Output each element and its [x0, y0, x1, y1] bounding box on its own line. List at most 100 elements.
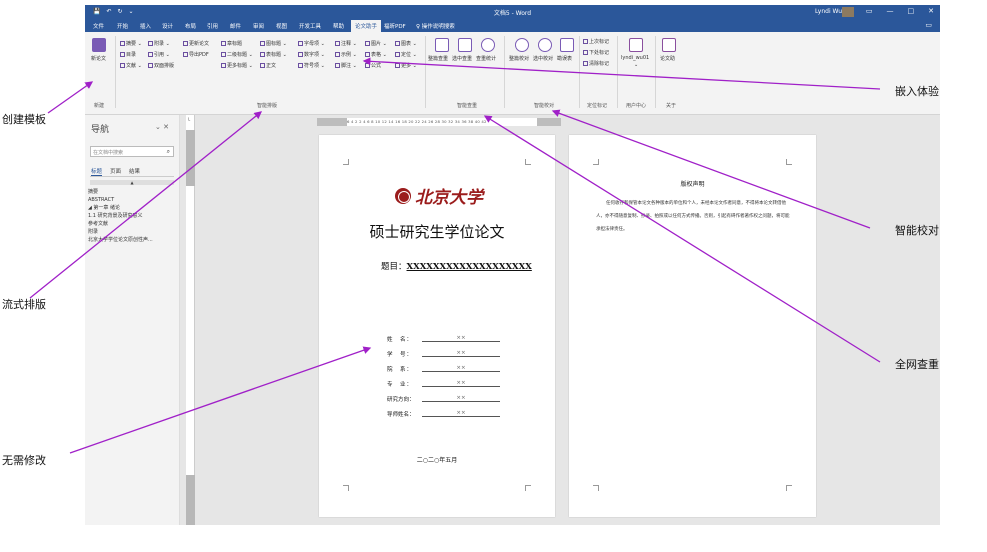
export-pdf-button[interactable]: 导出PDF	[183, 51, 209, 58]
tab-view[interactable]: 视图	[276, 22, 287, 30]
example-button[interactable]: 示例 ⌄	[335, 51, 357, 58]
ribbon-paper-assistant: 新论文 新建 摘要 ⌄ 目录 文献 ⌄ 附录 ⌄ 引用 ⌄ 双面排版 更新论文 …	[85, 32, 940, 115]
letter-item-button[interactable]: 字母项 ⌄	[298, 40, 325, 47]
symbol-item-button[interactable]: 符号项 ⌄	[298, 62, 325, 69]
number-item-button[interactable]: 数字项 ⌄	[298, 51, 325, 58]
prev-mark-button[interactable]: 上次标记	[583, 38, 609, 45]
tab-file[interactable]: 文件	[93, 22, 104, 30]
new-paper-button[interactable]: 新论文	[91, 55, 106, 62]
about-button[interactable]: 论文助	[660, 55, 675, 62]
tab-review[interactable]: 审阅	[253, 22, 264, 30]
account-dropdown-icon[interactable]: ⌄	[634, 62, 638, 68]
group-about: 关于	[666, 103, 677, 109]
heading-more-icon	[221, 63, 226, 68]
check-stats-button[interactable]: 查重统计	[476, 55, 496, 62]
scroll-up-button[interactable]: ▲	[90, 180, 174, 185]
note-button[interactable]: 注释 ⌄	[335, 40, 357, 47]
clear-mark-button[interactable]: 清除标记	[583, 60, 609, 67]
corner-mark	[786, 485, 792, 491]
footnote-button[interactable]: 脚注 ⌄	[335, 62, 357, 69]
tab-design[interactable]: 设计	[162, 22, 173, 30]
ruler-margin-bottom	[186, 475, 195, 525]
new-paper-icon[interactable]	[92, 38, 106, 52]
proof-selection-button[interactable]: 选中校对	[533, 55, 553, 62]
divider	[617, 36, 618, 108]
account-button[interactable]: lyndi_wu01	[621, 55, 649, 61]
update-paper-button[interactable]: 更新论文	[183, 40, 209, 47]
body-text-icon	[260, 63, 265, 68]
info-value: ××	[422, 410, 500, 417]
tab-results[interactable]: 结果	[129, 167, 140, 176]
user-icon	[629, 38, 643, 52]
nav-controls[interactable]: ⌄ ✕	[155, 123, 169, 131]
check-selection-button[interactable]: 选中查重	[452, 55, 472, 62]
tab-paper-assistant[interactable]: 论文助手	[351, 20, 382, 32]
tab-help[interactable]: 帮助	[333, 22, 344, 30]
thesis-date: 二○二○年五月	[416, 457, 458, 464]
cover-page[interactable]: 北京大学 硕士研究生学位论文 题目：XXXXXXXXXXXXXXXXXXX 姓 …	[319, 135, 555, 517]
list-item[interactable]: ABSTRACT	[88, 196, 153, 204]
image-icon	[365, 41, 370, 46]
nav-search-input[interactable]: 在文档中搜索 ⌕	[90, 146, 174, 157]
locate-button[interactable]: 定位 ⌄	[395, 51, 417, 58]
close-icon[interactable]: ✕	[928, 7, 934, 15]
appendix-icon	[148, 41, 153, 46]
more-button[interactable]: 更多 ⌄	[395, 62, 417, 69]
image-button[interactable]: 图片 ⌄	[365, 40, 387, 47]
tab-home[interactable]: 开始	[117, 22, 128, 30]
errata-button[interactable]: 勘误表	[557, 55, 572, 62]
table-title-button[interactable]: 表标题 ⌄	[260, 51, 287, 58]
declaration-title: 版权声明	[680, 181, 705, 188]
search-icon[interactable]: ⌕	[167, 148, 170, 156]
list-item[interactable]: 附录	[88, 228, 153, 236]
list-item[interactable]: 1.1 研究背景及研究意义	[88, 212, 153, 220]
maximize-icon[interactable]: □	[908, 7, 915, 15]
abstract-button[interactable]: 摘要 ⌄	[120, 40, 142, 47]
chapter-title-button[interactable]: 章标题	[221, 40, 242, 47]
next-mark-button[interactable]: 下处标记	[583, 49, 609, 56]
tab-mailings[interactable]: 邮件	[230, 22, 241, 30]
appendix-button[interactable]: 附录 ⌄	[148, 40, 170, 47]
minimize-icon[interactable]: —	[887, 7, 894, 15]
cite-button[interactable]: 引用 ⌄	[148, 51, 170, 58]
list-item[interactable]: 参考文献	[88, 220, 153, 228]
tab-selector[interactable]: └	[187, 118, 190, 124]
document-area: 北京大学 硕士研究生学位论文 题目：XXXXXXXXXXXXXXXXXXX 姓 …	[195, 127, 940, 525]
thesis-title: 硕士研究生学位论文	[369, 223, 505, 241]
update-icon	[183, 41, 188, 46]
tab-insert[interactable]: 插入	[140, 22, 151, 30]
literature-button[interactable]: 文献 ⌄	[120, 62, 142, 69]
proof-full-button[interactable]: 整篇校对	[509, 55, 529, 62]
tab-headings[interactable]: 标题	[91, 167, 103, 176]
more-titles-button[interactable]: 更多标题 ⌄	[221, 62, 253, 69]
nav-tabs: 标题 页面 结果	[91, 167, 140, 176]
formula-button[interactable]: 公式	[365, 62, 381, 69]
tab-references[interactable]: 引用	[207, 22, 218, 30]
copyright-page[interactable]: 版权声明 任何收存和保管本论文各种版本的单位和个人，未经本论文作者同意，不得将本…	[569, 135, 816, 517]
table-button[interactable]: 表格 ⌄	[365, 51, 387, 58]
body-text-button[interactable]: 正文	[260, 62, 276, 69]
user-name[interactable]: Lyndi Wu	[815, 8, 842, 15]
tell-me-search[interactable]: ♀ 操作说明搜索	[416, 22, 455, 30]
tab-foxit-pdf[interactable]: 福昕PDF	[384, 22, 406, 30]
toc-button[interactable]: 目录	[120, 51, 136, 58]
check-full-button[interactable]: 整篇查重	[428, 55, 448, 62]
tab-pages[interactable]: 页面	[110, 167, 121, 176]
list-item[interactable]: 摘要	[88, 188, 153, 196]
avatar[interactable]	[842, 7, 854, 17]
tab-developer[interactable]: 开发工具	[299, 22, 321, 30]
duplex-button[interactable]: 双面排版	[148, 62, 174, 69]
group-smart-check: 智能查重	[457, 103, 478, 109]
chart-button[interactable]: 图表 ⌄	[395, 40, 417, 47]
tab-layout[interactable]: 布局	[185, 22, 196, 30]
list-item[interactable]: 北京大学学位论文原创性声...	[88, 236, 153, 244]
heading1-icon	[221, 41, 226, 46]
figure-title-button[interactable]: 图标题 ⌄	[260, 40, 287, 47]
table-icon	[365, 52, 370, 57]
list-item[interactable]: ◢ 第一章 绪论	[88, 204, 153, 212]
ribbon-display-icon[interactable]: ▭	[866, 7, 873, 15]
comment-icon[interactable]: ▭	[925, 21, 932, 29]
cite-icon	[148, 52, 153, 57]
level2-title-button[interactable]: 二级标题 ⌄	[221, 51, 253, 58]
duplex-icon	[148, 63, 153, 68]
